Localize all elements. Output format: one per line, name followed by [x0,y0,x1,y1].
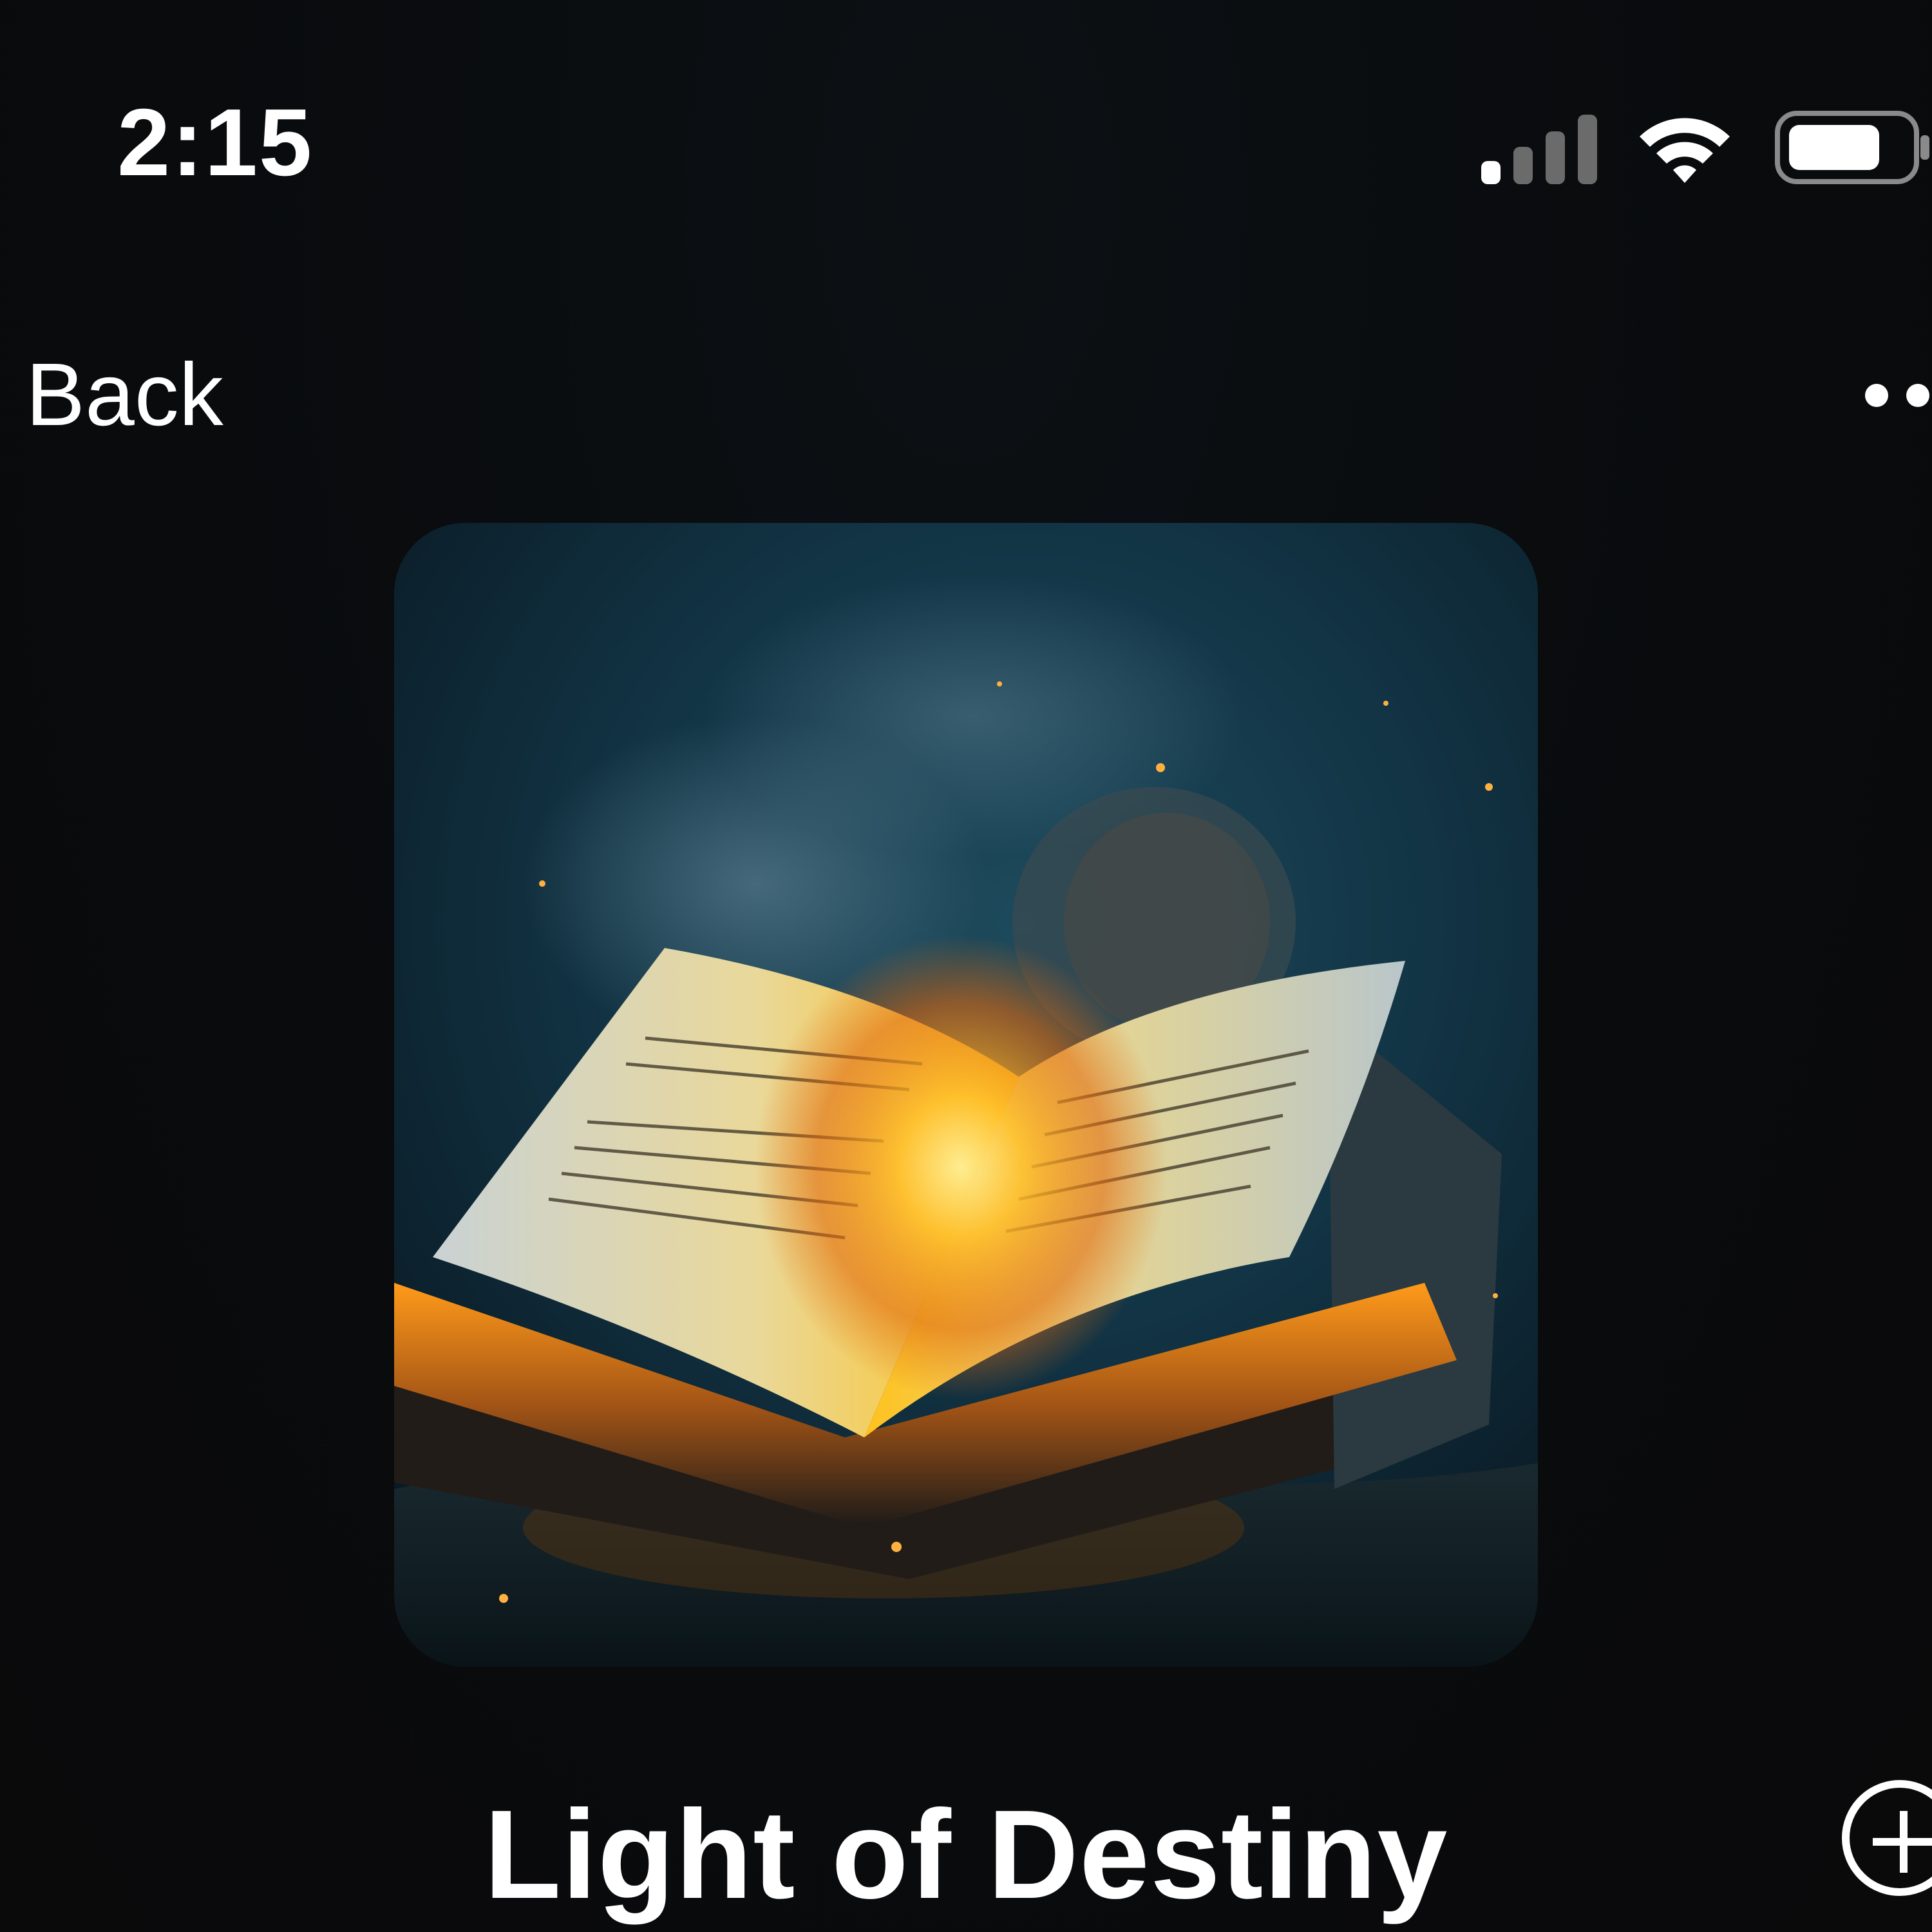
back-button[interactable]: Back [26,350,223,439]
more-dot [1906,384,1929,407]
more-dot [1865,384,1888,407]
plus-bar [1900,1811,1908,1873]
battery-icon [1775,111,1929,184]
wifi-icon [1640,118,1730,183]
status-time: 2:15 [117,90,314,196]
now-playing-screen: 2:15 Back Light of Destiny [0,0,1932,1932]
signal-icon [1481,115,1597,184]
album-title: Light of Destiny [484,1784,1448,1925]
more-icon[interactable] [1861,384,1932,410]
album-artwork[interactable] [394,523,1538,1667]
open-glowing-book-image [394,523,1538,1667]
